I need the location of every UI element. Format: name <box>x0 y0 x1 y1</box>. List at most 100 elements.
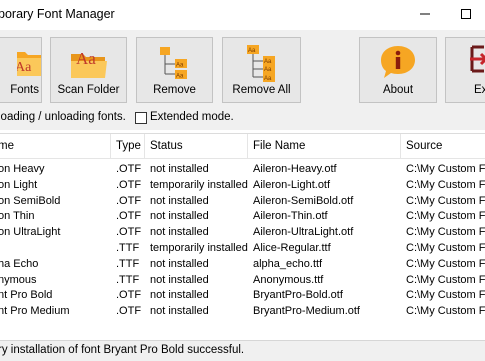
exit-button[interactable]: Ex <box>445 37 485 103</box>
status-message: ry installation of font Bryant Pro Bold … <box>0 344 245 356</box>
cell-font-name: nt Pro Medium <box>0 305 70 318</box>
table-row[interactable]: .TTF temporarily installed Alice-Regular.t… <box>0 240 485 256</box>
cell-source: C:\My Custom Fon <box>406 194 485 207</box>
cell-source: C:\My Custom Fon <box>406 289 485 302</box>
table-row[interactable]: on Thin .OTF not installed Aileron-Thin.otf… <box>0 208 485 224</box>
column-header-file-name[interactable]: File Name <box>253 134 398 158</box>
loading-option-label: loading / unloading fonts. <box>0 111 126 123</box>
about-button[interactable]: About <box>359 37 437 103</box>
remove-button[interactable]: Aa Aa Remove <box>136 37 213 103</box>
cell-status: not installed <box>150 226 209 239</box>
cell-source: C:\My Custom Fon <box>406 210 485 223</box>
scan-folder-label: Scan Folder <box>57 84 120 96</box>
remove-all-button[interactable]: Aa Aa Aa Aa Remove All <box>222 37 301 103</box>
column-separator[interactable] <box>400 134 401 158</box>
maximize-icon[interactable] <box>455 3 477 25</box>
add-fonts-button[interactable]: Aa Fonts <box>0 37 42 103</box>
about-label: About <box>382 84 414 96</box>
remove-all-label: Remove All <box>232 84 291 96</box>
status-bar: ry installation of font Bryant Pro Bold … <box>0 340 485 361</box>
svg-text:Aa: Aa <box>176 63 184 69</box>
column-header-source[interactable]: Source <box>406 134 485 158</box>
cell-font-name: on UltraLight <box>0 226 61 239</box>
scan-folder-button[interactable]: Aa Scan Folder <box>50 37 127 103</box>
cell-file-name: Aileron-SemiBold.otf <box>253 194 354 207</box>
cell-status: temporarily installed <box>150 178 248 191</box>
exit-icon <box>466 44 485 77</box>
cell-font-name: ha Echo <box>0 257 39 270</box>
column-separator[interactable] <box>110 134 111 158</box>
exit-label: Ex <box>474 84 485 96</box>
font-list[interactable]: me Type Status File Name Source on Heavy… <box>0 133 485 341</box>
column-header-type[interactable]: Type <box>116 134 144 158</box>
cell-status: not installed <box>150 273 209 286</box>
svg-text:Aa: Aa <box>264 76 272 82</box>
table-row[interactable]: nt Pro Medium .OTF not installed BryantPro-… <box>0 303 485 319</box>
svg-text:Aa: Aa <box>17 60 32 75</box>
cell-type: .TTF <box>116 257 140 270</box>
cell-source: C:\My Custom Fon <box>406 226 485 239</box>
cell-file-name: BryantPro-Medium.otf <box>253 305 360 318</box>
cell-type: .OTF <box>116 226 142 239</box>
extended-mode-label[interactable]: Extended mode. <box>150 111 234 123</box>
cell-type: .OTF <box>116 163 142 175</box>
cell-type: .TTF <box>116 273 140 286</box>
cell-status: not installed <box>150 305 209 318</box>
cell-file-name: Aileron-Light.otf <box>253 178 331 191</box>
cell-status: not installed <box>150 163 209 175</box>
cell-type: .OTF <box>116 210 142 223</box>
svg-text:Aa: Aa <box>248 48 256 54</box>
window-title: porary Font Manager <box>0 7 115 21</box>
cell-file-name: alpha_echo.ttf <box>253 257 323 270</box>
cell-type: .OTF <box>116 194 142 207</box>
folder-font-icon: Aa <box>69 44 109 83</box>
table-row[interactable]: nt Pro Bold .OTF not installed BryantPro-Bo… <box>0 287 485 303</box>
cell-source: C:\My Custom Fon <box>406 242 485 254</box>
cell-font-name: on Light <box>0 178 38 191</box>
toolbar: Aa Fonts Aa Scan Folder Aa Aa Remove Aa … <box>0 30 485 104</box>
cell-status: not installed <box>150 194 209 207</box>
cell-status: not installed <box>150 257 209 270</box>
cell-file-name: BryantPro-Bold.otf <box>253 289 343 302</box>
column-header-status[interactable]: Status <box>150 134 244 158</box>
list-header: me Type Status File Name Source <box>0 134 485 159</box>
table-row[interactable]: on Heavy .OTF not installed Aileron-Heavy.o… <box>0 161 485 177</box>
cell-file-name: Anonymous.ttf <box>253 273 324 286</box>
cell-type: .TTF <box>116 242 140 254</box>
font-icon: Aa <box>15 44 45 81</box>
svg-text:Aa: Aa <box>264 67 272 73</box>
extended-mode-checkbox[interactable] <box>135 112 147 124</box>
table-row[interactable]: on SemiBold .OTF not installed Aileron-Semi… <box>0 193 485 209</box>
cell-source: C:\My Custom Fon <box>406 273 485 286</box>
cell-type: .OTF <box>116 305 142 318</box>
cell-file-name: Aileron-UltraLight.otf <box>253 226 354 239</box>
svg-text:Aa: Aa <box>264 59 272 65</box>
cell-file-name: Alice-Regular.ttf <box>253 242 331 254</box>
cell-file-name: Aileron-Thin.otf <box>253 210 328 223</box>
options-bar: loading / unloading fonts. Extended mode… <box>0 104 485 130</box>
column-separator[interactable] <box>247 134 248 158</box>
cell-source: C:\My Custom Fon <box>406 178 485 191</box>
cell-status: not installed <box>150 289 209 302</box>
cell-font-name: on SemiBold <box>0 194 61 207</box>
cell-type: .OTF <box>116 289 142 302</box>
table-row[interactable]: nymous .TTF not installed Anonymous.ttf C:\M… <box>0 272 485 288</box>
add-fonts-label: Fonts <box>10 84 39 96</box>
column-header-name[interactable]: me <box>0 134 106 158</box>
cell-type: .OTF <box>116 178 142 191</box>
cell-source: C:\My Custom Fon <box>406 257 485 270</box>
cell-status: temporarily installed <box>150 242 248 254</box>
cell-status: not installed <box>150 210 209 223</box>
cell-source: C:\My Custom Fon <box>406 305 485 318</box>
table-row[interactable]: on Light .OTF temporarily installed Aileron… <box>0 177 485 193</box>
cell-file-name: Aileron-Heavy.otf <box>253 163 337 175</box>
cell-font-name: nt Pro Bold <box>0 289 53 302</box>
minimize-icon[interactable] <box>414 3 436 25</box>
table-row[interactable]: ha Echo .TTF not installed alpha_echo.ttf C:… <box>0 256 485 272</box>
cell-font-name: on Heavy <box>0 163 45 175</box>
table-row[interactable]: on UltraLight .OTF not installed Aileron-Ul… <box>0 224 485 240</box>
info-icon <box>379 44 417 83</box>
remove-tree-icon: Aa Aa <box>157 44 193 83</box>
column-separator[interactable] <box>144 134 145 158</box>
remove-label: Remove <box>153 84 196 96</box>
